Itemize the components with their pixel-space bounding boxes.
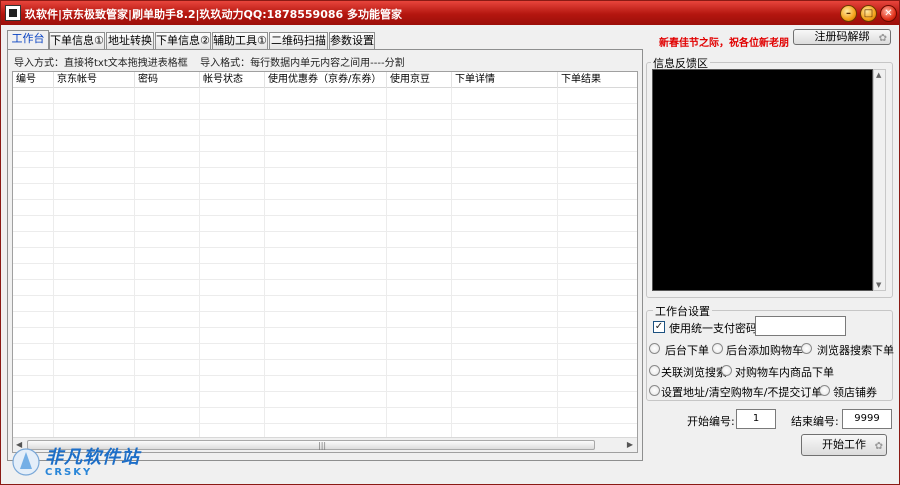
site-logo-icon xyxy=(12,448,40,476)
watermark-text: 非凡软件站 xyxy=(45,447,140,468)
vertical-scrollbar[interactable]: ▲ ▼ xyxy=(873,69,886,291)
gear-icon: ✿ xyxy=(874,441,883,452)
option-label: 对购物车内商品下单 xyxy=(735,366,834,379)
column-divider xyxy=(386,88,387,438)
column-header[interactable]: 下单结果 xyxy=(558,72,637,88)
start-work-button[interactable]: 开始工作 ✿ xyxy=(801,434,887,456)
title-bar[interactable]: 玖软件|京东极致管家|刷单助手8.2|玖玖动力QQ:1878559086 多功能… xyxy=(1,1,899,25)
scroll-down-icon[interactable]: ▼ xyxy=(876,281,881,289)
gear-icon: ✿ xyxy=(878,33,887,44)
holiday-notice: 新春佳节之际，祝各位新老朋 xyxy=(659,38,789,49)
app-icon xyxy=(5,5,21,21)
option-label: 关联浏览搜索 xyxy=(661,366,727,379)
option-label: 浏览器搜索下单 xyxy=(817,344,894,357)
watermark: 非凡软件站 CRSKY xyxy=(5,441,155,485)
radio-order-cart-items[interactable] xyxy=(721,365,732,376)
column-header[interactable]: 密码 xyxy=(135,72,200,88)
import-method: 导入方式：直接将txt文本拖拽进表格框 xyxy=(14,58,188,69)
scroll-right-icon[interactable]: ▶ xyxy=(627,440,633,449)
scroll-up-icon[interactable]: ▲ xyxy=(876,71,881,79)
feedback-output[interactable] xyxy=(652,69,873,291)
grid-body[interactable] xyxy=(13,88,637,438)
column-divider xyxy=(557,88,558,438)
start-number-label: 开始编号: xyxy=(687,415,735,428)
app-window: 玖软件|京东极致管家|刷单助手8.2|玖玖动力QQ:1878559086 多功能… xyxy=(0,0,900,485)
unified-pay-checkbox[interactable]: ✓ xyxy=(653,321,665,333)
column-divider xyxy=(53,88,54,438)
watermark-sub: CRSKY xyxy=(45,467,93,478)
radio-set-address-clear-cart[interactable] xyxy=(649,385,660,396)
workbench-settings-title: 工作台设置 xyxy=(653,303,712,319)
column-header[interactable]: 使用优惠券（京券/东券） xyxy=(265,72,387,88)
tab-qr-scan[interactable]: 二维码扫描 xyxy=(269,32,328,50)
column-header[interactable]: 使用京豆 xyxy=(387,72,452,88)
option-label: 领店铺券 xyxy=(833,386,877,399)
column-header[interactable]: 编号 xyxy=(13,72,54,88)
radio-browser-search-order[interactable] xyxy=(801,343,812,354)
start-number-input[interactable]: 1 xyxy=(736,409,776,429)
tab-order-info-1[interactable]: 下单信息① xyxy=(49,32,105,50)
column-divider xyxy=(264,88,265,438)
column-divider xyxy=(134,88,135,438)
maximize-button[interactable]: □ xyxy=(860,5,877,22)
import-instructions: 导入方式：直接将txt文本拖拽进表格框 导入格式：每行数据内单元内容之间用---… xyxy=(14,54,405,69)
radio-backend-add-cart[interactable] xyxy=(712,343,723,354)
tab-settings[interactable]: 参数设置 xyxy=(329,32,375,50)
tab-order-info-2[interactable]: 下单信息② xyxy=(155,32,211,50)
radio-shop-coupon[interactable] xyxy=(819,385,830,396)
register-unbind-label: 注册码解绑 xyxy=(814,30,870,43)
register-unbind-button[interactable]: 注册码解绑 ✿ xyxy=(793,29,891,45)
radio-backend-order[interactable] xyxy=(649,343,660,354)
account-grid[interactable]: 编号 京东帐号 密码 帐号状态 使用优惠券（京券/东券） 使用京豆 下单详情 下… xyxy=(12,71,638,453)
option-label: 设置地址/清空购物车/不提交订单 xyxy=(661,386,823,399)
unified-pay-label: 使用统一支付密码: xyxy=(669,322,761,335)
end-number-input[interactable]: 9999 xyxy=(842,409,892,429)
option-label: 后台添加购物车 xyxy=(726,344,803,357)
column-divider xyxy=(451,88,452,438)
window-title: 玖软件|京东极致管家|刷单助手8.2|玖玖动力QQ:1878559086 多功能… xyxy=(25,8,403,21)
tab-address-convert[interactable]: 地址转换 xyxy=(106,32,154,50)
start-work-label: 开始工作 xyxy=(822,438,866,451)
end-number-label: 结束编号: xyxy=(791,415,839,428)
column-header[interactable]: 帐号状态 xyxy=(200,72,265,88)
column-divider xyxy=(199,88,200,438)
minimize-button[interactable]: – xyxy=(840,5,857,22)
column-header[interactable]: 京东帐号 xyxy=(54,72,135,88)
grid-header: 编号 京东帐号 密码 帐号状态 使用优惠券（京券/东券） 使用京豆 下单详情 下… xyxy=(13,72,637,88)
unified-pay-input[interactable] xyxy=(755,316,846,336)
radio-related-browse-search[interactable] xyxy=(649,365,660,376)
tab-workbench[interactable]: 工作台 xyxy=(7,30,49,50)
column-header[interactable]: 下单详情 xyxy=(452,72,558,88)
option-label: 后台下单 xyxy=(665,344,709,357)
import-format: 导入格式：每行数据内单元内容之间用----分割 xyxy=(200,58,405,69)
tab-aux-tools-1[interactable]: 辅助工具① xyxy=(212,32,268,50)
scroll-grip: ||| xyxy=(318,441,327,450)
close-button[interactable]: ✕ xyxy=(880,5,897,22)
